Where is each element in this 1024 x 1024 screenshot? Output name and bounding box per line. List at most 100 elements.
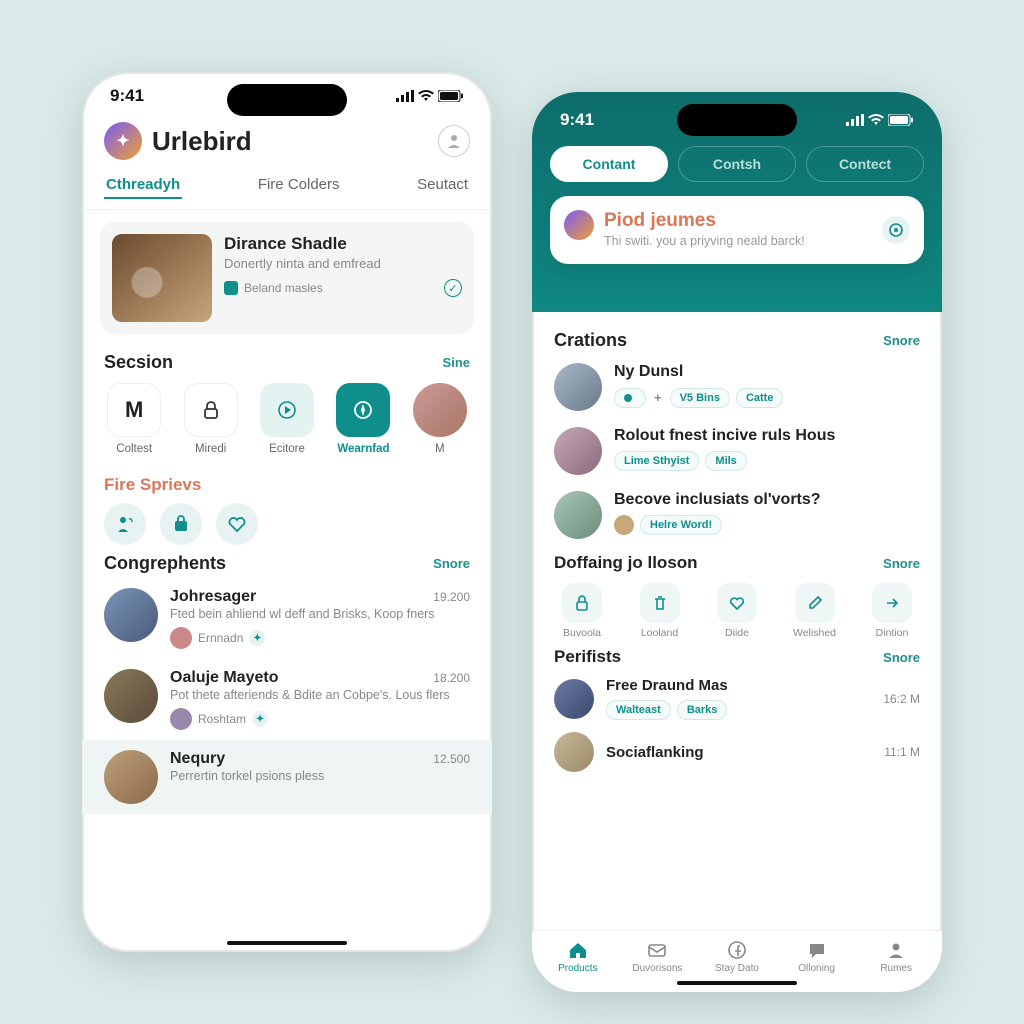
tab-threads[interactable]: Cthreadyh bbox=[104, 172, 182, 199]
profile-icon[interactable] bbox=[438, 125, 470, 157]
category-icon: M bbox=[107, 383, 161, 437]
tab-firecolders[interactable]: Fire Colders bbox=[256, 172, 342, 199]
nav-olloning[interactable]: Olloning bbox=[786, 939, 848, 974]
list-item[interactable]: Nequry 12.500 Perrertin torkel psions pl… bbox=[82, 740, 492, 814]
compass-icon bbox=[336, 383, 390, 437]
meta-avatar bbox=[170, 708, 192, 730]
category-miredi[interactable]: Miredi bbox=[180, 383, 240, 455]
tag-pill[interactable]: Helre Word! bbox=[640, 515, 722, 535]
item-time: 11:1 M bbox=[884, 745, 920, 759]
chat-icon bbox=[806, 939, 828, 961]
post-time: 19.200 bbox=[433, 590, 470, 604]
tag-pill[interactable]: V5 Bins bbox=[670, 388, 730, 408]
tab-contect[interactable]: Contect bbox=[806, 146, 924, 182]
avatar bbox=[104, 750, 158, 804]
fb-icon bbox=[726, 939, 748, 961]
section-header-crations: Crations Snore bbox=[532, 324, 942, 355]
nav-duvorisons[interactable]: Duvorisons bbox=[626, 939, 688, 974]
section-more-link[interactable]: Sine bbox=[443, 355, 470, 370]
hero-card[interactable]: Piod jeumes Thi switi. you a priyving ne… bbox=[550, 196, 924, 264]
list-item[interactable]: Johresager 19.200 Fted bein ahliend wl d… bbox=[82, 578, 492, 659]
category-label: Wearnfad bbox=[337, 443, 389, 455]
tag-pill[interactable]: Walteast bbox=[606, 700, 671, 720]
section-more-link[interactable]: Snore bbox=[883, 556, 920, 571]
category-wearnfad[interactable]: Wearnfad bbox=[333, 383, 393, 455]
nav-staydato[interactable]: Stay Dato bbox=[706, 939, 768, 974]
post-text: Perrertin torkel psions pless bbox=[170, 769, 470, 783]
list-item[interactable]: Ny Dunsl + V5 Bins Catte bbox=[532, 355, 942, 419]
list-item[interactable]: Free Draund Mas Walteast Barks 16:2 M bbox=[532, 671, 942, 726]
action-label: Dintion bbox=[876, 627, 909, 639]
home-indicator[interactable] bbox=[677, 981, 797, 985]
content-area: Crations Snore Ny Dunsl + V5 Bins Catte … bbox=[532, 312, 942, 930]
featured-card[interactable]: Dirance Shadle Donertly ninta and emfrea… bbox=[100, 222, 474, 334]
meta-avatar bbox=[170, 627, 192, 649]
action-label: Welished bbox=[793, 627, 836, 639]
list-item[interactable]: Oaluje Mayeto 18.200 Pot thete afteriend… bbox=[82, 659, 492, 740]
status-icons bbox=[846, 114, 914, 126]
status-dot bbox=[614, 388, 646, 408]
tab-contsh[interactable]: Contsh bbox=[678, 146, 796, 182]
lock-icon bbox=[562, 583, 602, 623]
mail-icon bbox=[646, 939, 668, 961]
wifi-icon bbox=[418, 90, 434, 102]
action-label: Looland bbox=[641, 627, 678, 639]
section-more-link[interactable]: Snore bbox=[433, 556, 470, 571]
list-item[interactable]: Becove inclusiats ol'vorts? Helre Word! bbox=[532, 483, 942, 547]
post-text: Pot thete afteriends & Bdite an Cobpe's.… bbox=[170, 688, 470, 702]
plus-icon[interactable]: + bbox=[652, 387, 664, 408]
play-icon bbox=[260, 383, 314, 437]
app-logo[interactable]: ✦ bbox=[104, 122, 142, 160]
hero-avatar bbox=[564, 210, 594, 240]
category-label: M bbox=[435, 443, 445, 455]
action-welished[interactable]: Welished bbox=[787, 583, 843, 639]
action-diide[interactable]: Diide bbox=[709, 583, 765, 639]
nav-products[interactable]: Products bbox=[547, 939, 609, 974]
nav-label: Stay Dato bbox=[715, 963, 759, 974]
battery-icon bbox=[888, 114, 914, 126]
hero-title: Piod jeumes bbox=[604, 210, 908, 232]
section-more-link[interactable]: Snore bbox=[883, 333, 920, 348]
hero-action-icon[interactable] bbox=[882, 216, 910, 244]
tab-contant[interactable]: Contant bbox=[550, 146, 668, 182]
post-time: 12.500 bbox=[433, 752, 470, 766]
action-label: Buvoola bbox=[563, 627, 601, 639]
action-looland[interactable]: Looland bbox=[632, 583, 688, 639]
action-dintion[interactable]: Dintion bbox=[864, 583, 920, 639]
tab-seutact[interactable]: Seutact bbox=[415, 172, 470, 199]
section-more-link[interactable]: Snore bbox=[883, 650, 920, 665]
nav-label: Olloning bbox=[798, 963, 835, 974]
action-buvoola[interactable]: Buvoola bbox=[554, 583, 610, 639]
heart-icon[interactable] bbox=[216, 503, 258, 545]
category-more[interactable]: M bbox=[410, 383, 470, 455]
section-header-perifists: Perifists Snore bbox=[532, 641, 942, 671]
person-icon[interactable] bbox=[104, 503, 146, 545]
action-row: Buvoola Looland Diide Welished Dintion bbox=[532, 577, 942, 641]
top-tabs: Cthreadyh Fire Colders Seutact bbox=[82, 168, 492, 210]
home-indicator[interactable] bbox=[227, 941, 347, 945]
tag-pill[interactable]: Catte bbox=[736, 388, 784, 408]
list-item[interactable]: Rolout fnest incive ruls Hous Lime Sthyi… bbox=[532, 419, 942, 483]
tag-pill[interactable]: Mils bbox=[705, 451, 746, 471]
tag-pill[interactable]: Barks bbox=[677, 700, 728, 720]
app-header: ✦ Urlebird bbox=[82, 112, 492, 168]
category-scroll[interactable]: M Coltest Miredi Ecitore Wearnfad M bbox=[82, 377, 492, 459]
status-icons bbox=[396, 90, 464, 102]
category-label: Ecitore bbox=[269, 443, 305, 455]
nav-rumes[interactable]: Rumes bbox=[865, 939, 927, 974]
list-item[interactable]: Sociaflanking 11:1 M bbox=[532, 726, 942, 778]
bag-icon[interactable] bbox=[160, 503, 202, 545]
category-ecitore[interactable]: Ecitore bbox=[257, 383, 317, 455]
avatar bbox=[554, 427, 602, 475]
tag-pill[interactable]: Lime Sthyist bbox=[614, 451, 699, 471]
check-icon[interactable]: ✓ bbox=[444, 279, 462, 297]
item-name: Free Draund Mas bbox=[606, 677, 871, 694]
top-tabs: Contant Contsh Contect bbox=[532, 136, 942, 182]
category-coltest[interactable]: M Coltest bbox=[104, 383, 164, 455]
mini-avatar bbox=[614, 515, 634, 535]
avatar bbox=[104, 588, 158, 642]
heart-icon bbox=[717, 583, 757, 623]
post-name: Johresager bbox=[170, 588, 425, 606]
section-title: Doffaing jo lloson bbox=[554, 553, 698, 573]
post-text: Fted bein ahliend wl deff and Brisks, Ko… bbox=[170, 607, 470, 621]
